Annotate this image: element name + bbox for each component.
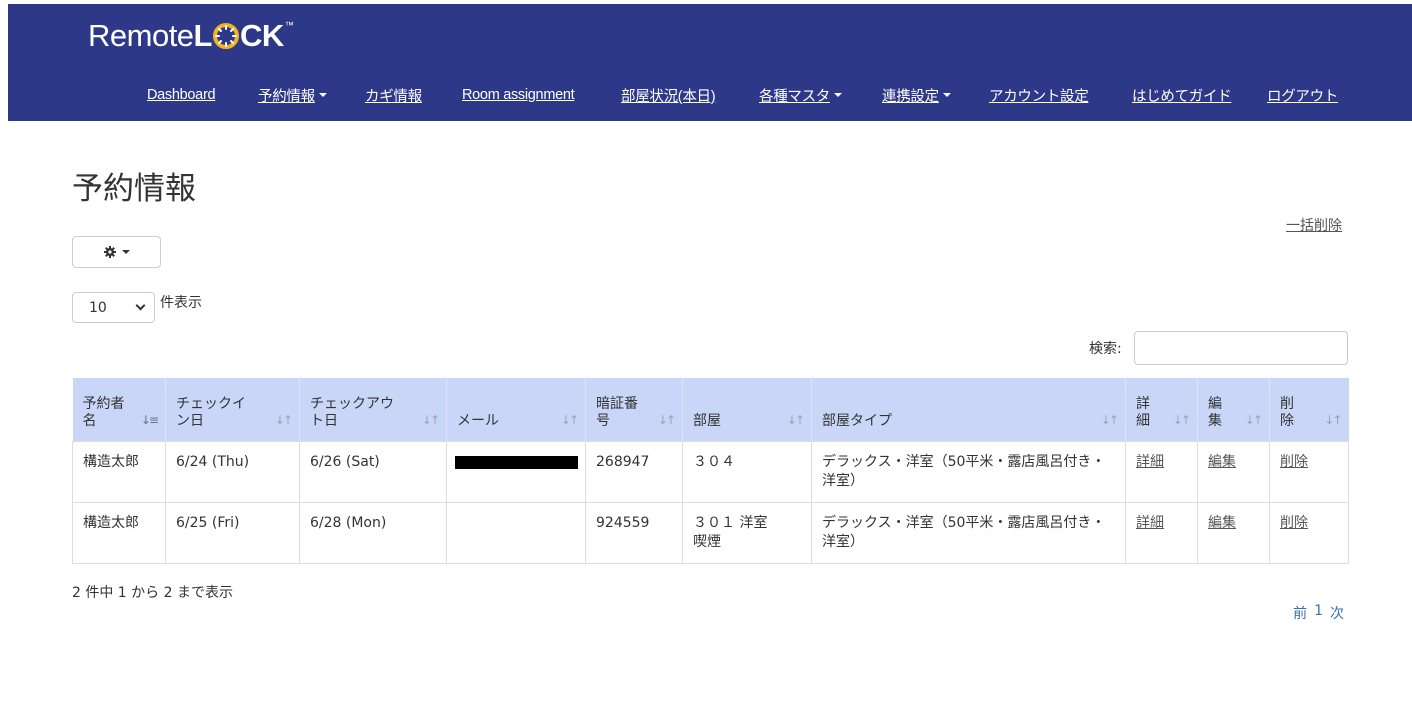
detail-link[interactable]: 詳細: [1136, 454, 1164, 470]
cell-edit: 編集: [1197, 501, 1270, 564]
detail-link[interactable]: 詳細: [1136, 515, 1164, 531]
header-name[interactable]: 予約者名 ↓≡: [72, 378, 166, 441]
chevron-down-icon: [135, 300, 146, 311]
header-checkout[interactable]: チェックアウ ト日 ↓↑: [299, 378, 447, 441]
cell-room-type: デラックス・洋室（50平米・露店風呂付き・洋室）: [811, 440, 1126, 503]
table-header-row: 予約者名 ↓≡ チェックイ ン日 ↓↑ チェックアウ ト日 ↓↑ メール ↓↑ 暗証番号 ↓↑…: [72, 378, 1349, 441]
delete-link[interactable]: 削除: [1280, 515, 1308, 531]
caret-down-icon: [318, 93, 327, 97]
header-room-type[interactable]: 部屋タイプ ↓↑: [811, 378, 1126, 441]
nav-keys[interactable]: カギ情報: [365, 85, 422, 106]
cell-room: ３０４: [682, 440, 812, 503]
search-label: 検索:: [1089, 341, 1122, 357]
header-delete[interactable]: 削除 ↓↑: [1269, 378, 1349, 441]
nav-integrations[interactable]: 連携設定: [882, 85, 951, 106]
pager-page-1[interactable]: 1: [1314, 603, 1323, 623]
redaction-bar: [455, 455, 578, 469]
cell-checkin: 6/24 (Thu): [165, 440, 300, 503]
cell-room: ３０１ 洋室 喫煙: [682, 501, 812, 564]
table-row: 構造太郎 6/24 (Thu) 6/26 (Sat) 268947 ３０４ デラ…: [72, 440, 1349, 503]
cell-detail: 詳細: [1125, 440, 1198, 503]
nav-dashboard[interactable]: Dashboard: [147, 87, 216, 103]
delete-link[interactable]: 削除: [1280, 454, 1308, 470]
nav-room-status[interactable]: 部屋状況(本日): [621, 85, 716, 106]
nav-room-assignment[interactable]: Room assignment: [462, 87, 575, 103]
edit-link[interactable]: 編集: [1208, 515, 1236, 531]
nav-masters[interactable]: 各種マスタ: [759, 85, 842, 106]
gear-icon: [103, 246, 116, 258]
cell-delete: 削除: [1269, 501, 1349, 564]
table-row: 構造太郎 6/25 (Fri) 6/28 (Mon) 924559 ３０１ 洋室…: [72, 501, 1349, 564]
pagination: 前 1 次: [1293, 603, 1344, 623]
bulk-delete-link[interactable]: 一括削除: [1286, 215, 1342, 235]
sort-icon: ↓↑: [274, 412, 293, 427]
sort-ascending-icon: ↓≡: [140, 412, 159, 427]
cell-edit: 編集: [1197, 440, 1270, 503]
header-email[interactable]: メール ↓↑: [446, 378, 586, 441]
edit-link[interactable]: 編集: [1208, 454, 1236, 470]
page-length-select[interactable]: 10: [72, 292, 155, 323]
cell-pin: 268947: [585, 440, 683, 503]
page-length-label: 件表示: [160, 294, 202, 311]
sort-icon: ↓↑: [1100, 412, 1119, 427]
remotelock-logo[interactable]: Remote L CK ™: [88, 16, 294, 56]
caret-down-icon: [834, 93, 842, 97]
search-input[interactable]: [1134, 331, 1348, 365]
sort-icon: ↓↑: [786, 412, 805, 427]
cell-name: 構造太郎: [72, 440, 166, 503]
page-length-control: 10 件表示: [72, 292, 202, 323]
header-edit[interactable]: 編集 ↓↑: [1197, 378, 1270, 441]
reservations-table: 予約者名 ↓≡ チェックイ ン日 ↓↑ チェックアウ ト日 ↓↑ メール ↓↑ 暗証番号 ↓↑…: [72, 378, 1349, 564]
nav-getting-started[interactable]: はじめてガイド: [1132, 85, 1232, 106]
sort-icon: ↓↑: [560, 412, 579, 427]
cell-email: [446, 440, 586, 503]
sort-icon: ↓↑: [1324, 412, 1342, 427]
page-title: 予約情報: [72, 171, 196, 207]
cell-name: 構造太郎: [72, 501, 166, 564]
nav-account-settings[interactable]: アカウント設定: [989, 85, 1089, 106]
sort-icon: ↓↑: [421, 412, 440, 427]
sort-icon: ↓↑: [657, 412, 676, 427]
nav-logout[interactable]: ログアウト: [1267, 85, 1338, 106]
header-detail[interactable]: 詳細 ↓↑: [1125, 378, 1198, 441]
pager-next[interactable]: 次: [1330, 603, 1344, 623]
cell-checkin: 6/25 (Fri): [165, 501, 300, 564]
caret-down-icon: [942, 93, 951, 97]
gear-dropdown-button[interactable]: [72, 236, 161, 268]
cell-checkout: 6/26 (Sat): [299, 440, 447, 503]
cell-delete: 削除: [1269, 440, 1349, 503]
lock-dial-icon: [212, 23, 239, 49]
sort-icon: ↓↑: [1244, 412, 1263, 427]
top-bar: Remote L CK ™ Dashboard 予約情報 カギ情報 Room ass…: [8, 4, 1412, 121]
header-room[interactable]: 部屋 ↓↑: [682, 378, 812, 441]
caret-down-icon: [121, 250, 130, 254]
cell-detail: 詳細: [1125, 501, 1198, 564]
pager-prev[interactable]: 前: [1293, 603, 1307, 623]
cell-room-type: デラックス・洋室（50平米・露店風呂付き・洋室）: [811, 501, 1126, 564]
cell-checkout: 6/28 (Mon): [299, 501, 447, 564]
cell-pin: 924559: [585, 501, 683, 564]
cell-email: [446, 501, 586, 564]
header-pin[interactable]: 暗証番号 ↓↑: [585, 378, 683, 441]
table-info: 2 件中 1 から 2 まで表示: [72, 585, 233, 601]
sort-icon: ↓↑: [1172, 412, 1191, 427]
nav-reservations[interactable]: 予約情報: [258, 85, 327, 106]
header-checkin[interactable]: チェックイ ン日 ↓↑: [165, 378, 300, 441]
